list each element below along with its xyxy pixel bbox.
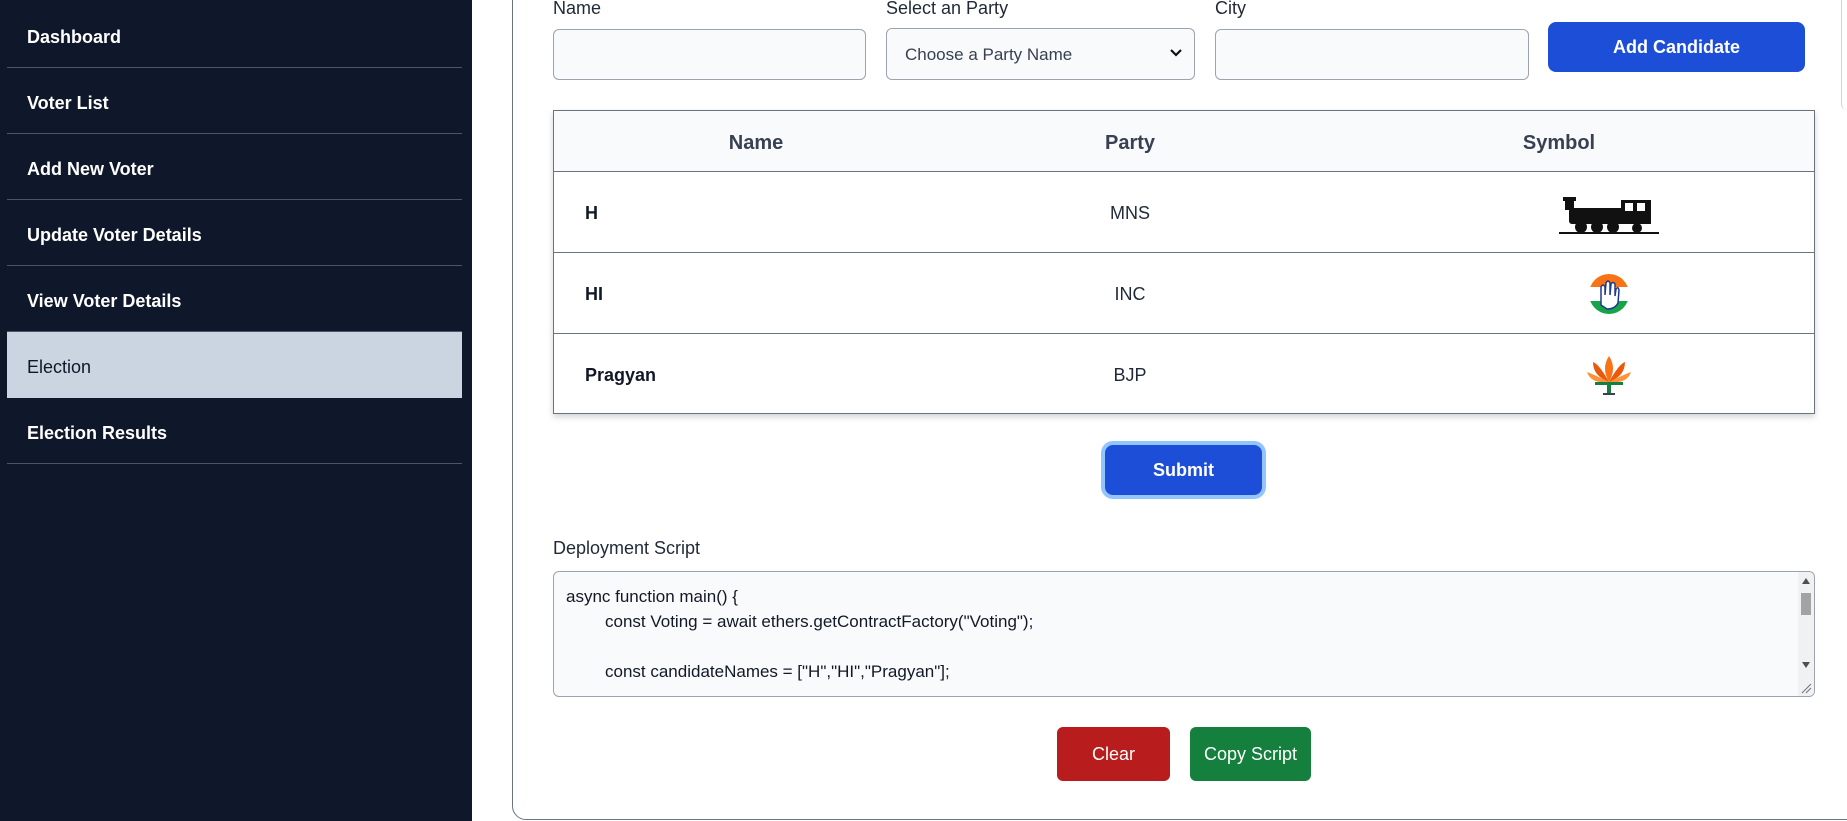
sidebar-item-label: Update Voter Details bbox=[27, 225, 202, 245]
column-header-party: Party bbox=[1104, 132, 1156, 154]
sidebar-item-add-new-voter[interactable]: Add New Voter bbox=[7, 134, 462, 200]
chevron-down-icon bbox=[1170, 49, 1182, 57]
resize-grip-icon[interactable] bbox=[1800, 682, 1812, 694]
table-header: Name Party Symbol bbox=[554, 111, 1814, 172]
candidate-party-cell: MNS bbox=[1110, 203, 1150, 223]
candidates-table: Name Party Symbol H MNS HI INC Pragyan B… bbox=[553, 110, 1815, 414]
script-line: const candidateNames = ["H","HI","Pragya… bbox=[605, 662, 950, 681]
candidate-name-cell: H bbox=[585, 203, 598, 223]
script-scrollbar[interactable] bbox=[1798, 572, 1814, 696]
scroll-up-arrow-icon[interactable] bbox=[1802, 578, 1810, 584]
sidebar-item-label: Add New Voter bbox=[27, 159, 154, 179]
table-row: HI INC bbox=[554, 253, 1814, 334]
name-field-label: Name bbox=[553, 0, 602, 18]
sidebar-item-update-voter-details[interactable]: Update Voter Details bbox=[7, 200, 462, 266]
deployment-script-textarea[interactable]: async function main() { const Voting = a… bbox=[553, 571, 1815, 697]
column-header-name: Name bbox=[728, 132, 784, 154]
add-candidate-button[interactable]: Add Candidate bbox=[1548, 22, 1805, 72]
scroll-down-arrow-icon[interactable] bbox=[1802, 662, 1810, 668]
sidebar-item-view-voter-details[interactable]: View Voter Details bbox=[7, 266, 462, 332]
copy-script-button[interactable]: Copy Script bbox=[1190, 727, 1311, 781]
clear-button[interactable]: Clear bbox=[1057, 727, 1170, 781]
sidebar-item-label: Voter List bbox=[27, 93, 109, 113]
scroll-thumb[interactable] bbox=[1801, 593, 1811, 615]
sidebar-item-voter-list[interactable]: Voter List bbox=[7, 68, 462, 134]
sidebar-item-label: View Voter Details bbox=[27, 291, 182, 311]
candidate-name-cell: Pragyan bbox=[585, 365, 657, 385]
table-row: Pragyan BJP bbox=[554, 334, 1814, 415]
column-header-symbol: Symbol bbox=[1522, 132, 1596, 154]
sidebar-item-label: Election Results bbox=[27, 423, 168, 443]
sidebar-item-dashboard[interactable]: Dashboard bbox=[7, 2, 462, 68]
railway-engine-icon bbox=[1559, 197, 1659, 234]
city-input[interactable] bbox=[1215, 29, 1529, 80]
table-row: H MNS bbox=[554, 172, 1814, 253]
script-line: const Voting = await ethers.getContractF… bbox=[605, 612, 1034, 631]
sidebar: Dashboard Voter List Add New Voter Updat… bbox=[0, 0, 472, 821]
sidebar-item-election[interactable]: Election bbox=[7, 332, 462, 398]
party-select-value: Choose a Party Name bbox=[905, 45, 1073, 64]
candidate-party-cell: INC bbox=[1114, 284, 1146, 304]
city-field-label: City bbox=[1215, 0, 1246, 18]
script-line: async function main() { bbox=[566, 587, 738, 606]
hand-icon bbox=[1589, 274, 1629, 314]
sidebar-item-label: Dashboard bbox=[27, 27, 122, 47]
sidebar-item-election-results[interactable]: Election Results bbox=[7, 398, 462, 464]
lotus-icon bbox=[1587, 356, 1631, 395]
name-input[interactable] bbox=[553, 29, 866, 80]
candidate-party-cell: BJP bbox=[1113, 365, 1147, 385]
party-select[interactable]: Choose a Party Name bbox=[886, 28, 1195, 80]
party-select-label: Select an Party bbox=[886, 0, 1009, 18]
submit-button[interactable]: Submit bbox=[1105, 445, 1262, 495]
sidebar-item-label: Election bbox=[27, 357, 92, 377]
page-scrollbar[interactable] bbox=[1841, 0, 1847, 110]
deployment-script-label: Deployment Script bbox=[553, 538, 701, 558]
candidate-name-cell: HI bbox=[585, 284, 603, 304]
